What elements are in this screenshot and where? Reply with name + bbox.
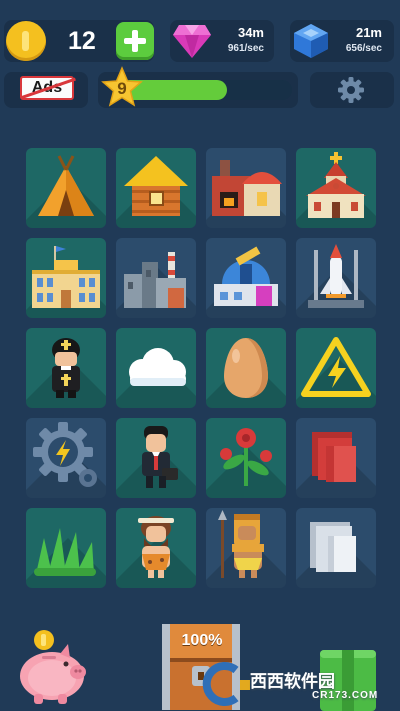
remove-ads-button[interactable]: Ads — [20, 76, 76, 100]
log-cabin-icon — [124, 156, 188, 216]
tile-observatory[interactable] — [206, 238, 286, 318]
blue-gem-total: 21m — [355, 25, 382, 40]
church-icon — [306, 152, 366, 218]
grass-icon — [34, 528, 96, 576]
school-icon — [32, 246, 100, 308]
tile-church[interactable] — [296, 148, 376, 228]
tile-space-shuttle[interactable] — [296, 238, 376, 318]
tile-tribal-warrior[interactable] — [206, 508, 286, 588]
space-shuttle-icon — [308, 244, 364, 308]
coin-count: 12 — [68, 27, 96, 55]
watermark-text: 西西软件园 — [250, 672, 335, 691]
egg-icon — [224, 338, 268, 398]
pink-gem-icon — [173, 25, 211, 58]
tile-cloud[interactable] — [116, 328, 196, 408]
caveman-icon — [138, 516, 174, 578]
tile-caveman[interactable] — [116, 508, 196, 588]
tile-grass[interactable] — [26, 508, 106, 588]
tile-workshop[interactable] — [206, 148, 286, 228]
tile-priest[interactable] — [26, 328, 106, 408]
cloud-icon — [129, 348, 186, 386]
tile-electricity-sign[interactable] — [296, 328, 376, 408]
tile-factory[interactable] — [116, 238, 196, 318]
businessman-icon — [142, 426, 178, 488]
tile-egg[interactable] — [206, 328, 286, 408]
blue-gem-icon — [294, 24, 328, 58]
chest-percent: 100% — [181, 632, 223, 649]
level-number: 9 — [117, 79, 127, 98]
red-flower-icon — [220, 428, 272, 486]
tribal-warrior-icon — [218, 510, 264, 578]
watermark-url: CR173.COM — [312, 690, 379, 701]
piggy-bank-icon[interactable] — [14, 626, 88, 706]
stone-block-icon — [310, 522, 356, 572]
level-progress-bar — [120, 80, 292, 100]
tile-energy-gear[interactable] — [26, 418, 106, 498]
factory-icon — [124, 252, 186, 308]
observatory-icon — [214, 246, 278, 306]
watermark-logo-icon — [202, 662, 250, 706]
settings-gear-icon[interactable] — [336, 75, 366, 105]
pink-gem-total: 34m — [237, 25, 264, 40]
blue-gem-rate: 656/sec — [345, 43, 382, 54]
priest-icon — [52, 338, 80, 398]
energy-gear-icon — [33, 422, 97, 487]
tile-teepee[interactable] — [26, 148, 106, 228]
tile-red-flower[interactable] — [206, 418, 286, 498]
gold-coin-icon — [6, 21, 46, 61]
workshop-icon — [212, 160, 282, 216]
pink-gem-rate: 961/sec — [227, 43, 264, 54]
tile-red-meat[interactable] — [296, 418, 376, 498]
tile-school[interactable] — [26, 238, 106, 318]
tile-businessman[interactable] — [116, 418, 196, 498]
tile-log-cabin[interactable] — [116, 148, 196, 228]
teepee-icon — [38, 155, 94, 216]
add-coins-button[interactable] — [116, 22, 154, 60]
red-meat-icon — [312, 432, 356, 482]
tile-stone-block[interactable] — [296, 508, 376, 588]
electricity-sign-icon — [301, 337, 371, 397]
